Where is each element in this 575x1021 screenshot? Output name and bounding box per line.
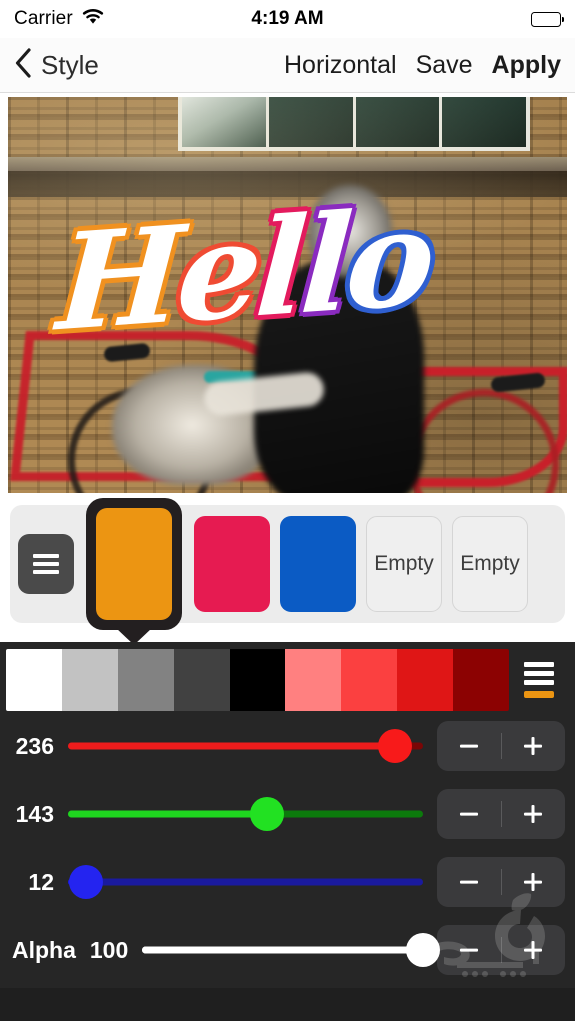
red-slider-track (68, 742, 423, 750)
red-increment-button[interactable] (502, 721, 566, 771)
apply-button[interactable]: Apply (492, 51, 561, 80)
plus-icon (524, 805, 543, 823)
plus-icon (524, 941, 543, 959)
artwork-text[interactable]: Hello (53, 179, 435, 361)
swatch-empty-label: Empty (460, 552, 520, 575)
alpha-decrement-button[interactable] (437, 925, 501, 975)
alpha-increment-button[interactable] (502, 925, 566, 975)
navigation-actions: Horizontal Save Apply (284, 51, 561, 80)
palette-cell[interactable] (61, 649, 118, 711)
palette-cell[interactable] (117, 649, 174, 711)
alpha-slider-thumb[interactable] (406, 933, 440, 967)
green-slider[interactable] (68, 797, 423, 831)
palette-row (6, 649, 569, 711)
blue-decrement-button[interactable] (437, 857, 501, 907)
palette-cell[interactable] (6, 649, 62, 711)
swatch-color-pink[interactable] (194, 516, 270, 612)
photo-preview[interactable]: Hello (8, 97, 567, 493)
palette-cell[interactable] (453, 649, 509, 711)
slider-row-alpha: Alpha 100 (0, 917, 575, 983)
blue-stepper[interactable] (437, 857, 565, 907)
red-decrement-button[interactable] (437, 721, 501, 771)
back-button[interactable]: Style (14, 47, 99, 83)
minus-icon (459, 812, 478, 816)
navigation-bar: Style Horizontal Save Apply (0, 38, 575, 93)
palette-cell[interactable] (173, 649, 230, 711)
status-bar: Carrier 4:19 AM (0, 0, 575, 38)
palette-accent-indicator (524, 691, 554, 698)
alpha-slider-track (142, 946, 423, 954)
artwork-letter: e (172, 191, 263, 354)
palette-cell[interactable] (397, 649, 454, 711)
green-decrement-button[interactable] (437, 789, 501, 839)
blue-slider[interactable] (68, 865, 423, 899)
blue-increment-button[interactable] (502, 857, 566, 907)
orientation-button[interactable]: Horizontal (284, 51, 397, 80)
green-value-label: 143 (15, 800, 54, 827)
save-button[interactable]: Save (416, 51, 473, 80)
blue-value-label: 12 (28, 868, 54, 895)
artwork-letter: o (341, 179, 436, 342)
hamburger-menu-icon (33, 554, 59, 574)
green-slider-track (68, 810, 423, 818)
green-stepper[interactable] (437, 789, 565, 839)
green-slider-fill (68, 810, 267, 818)
green-increment-button[interactable] (502, 789, 566, 839)
status-bar-right (531, 11, 564, 27)
slider-row-red: 236 (0, 713, 575, 779)
alpha-label-group: Alpha 100 (0, 937, 132, 964)
palette-cell[interactable] (341, 649, 398, 711)
canvas-area: Hello (0, 93, 575, 497)
color-editor-panel: 236 143 12 Alpha 100 (0, 642, 575, 988)
slider-row-green: 143 (0, 781, 575, 847)
alpha-slider[interactable] (142, 933, 440, 967)
palette-cell[interactable] (229, 649, 286, 711)
palette-strip[interactable] (6, 649, 509, 711)
swatch-empty-label: Empty (374, 552, 434, 575)
swatch-color-blue[interactable] (280, 516, 356, 612)
green-slider-thumb[interactable] (249, 797, 284, 831)
swatch-section: Empty Empty (0, 497, 575, 642)
swatch-empty-slot[interactable]: Empty (452, 516, 528, 612)
alpha-stepper[interactable] (437, 925, 565, 975)
swatch-bar: Empty Empty (10, 498, 565, 630)
swatch-item-selected[interactable] (86, 498, 182, 630)
swatch-empty-slot[interactable]: Empty (366, 516, 442, 612)
plus-icon (524, 873, 543, 891)
alpha-name-label: Alpha (12, 936, 76, 963)
artwork-letter: H (53, 197, 184, 362)
palette-cell[interactable] (285, 649, 342, 711)
alpha-slider-fill (142, 946, 423, 954)
back-button-label: Style (41, 49, 99, 80)
slider-row-blue: 12 (0, 849, 575, 915)
red-slider-thumb[interactable] (377, 729, 412, 763)
swatch-menu-button[interactable] (18, 534, 74, 594)
red-slider[interactable] (68, 729, 423, 763)
palette-menu-button[interactable] (509, 649, 569, 711)
carrier-label: Carrier (14, 8, 73, 29)
minus-icon (459, 744, 478, 748)
app-screen: Carrier 4:19 AM Style Horizontal Save Ap… (0, 0, 575, 1021)
minus-icon (459, 948, 478, 952)
plus-icon (524, 737, 543, 755)
chevron-left-icon (14, 47, 32, 83)
blue-slider-track (68, 878, 423, 886)
swatch-color-orange (96, 508, 172, 620)
blue-slider-thumb[interactable] (68, 865, 103, 899)
hamburger-menu-icon (524, 662, 554, 685)
minus-icon (459, 880, 478, 884)
wifi-icon (81, 8, 105, 31)
red-value-label: 236 (15, 732, 54, 759)
status-bar-left: Carrier (14, 8, 105, 31)
red-stepper[interactable] (437, 721, 565, 771)
battery-icon (531, 11, 564, 27)
alpha-value-label: 100 (89, 936, 129, 963)
red-slider-fill (68, 742, 395, 750)
